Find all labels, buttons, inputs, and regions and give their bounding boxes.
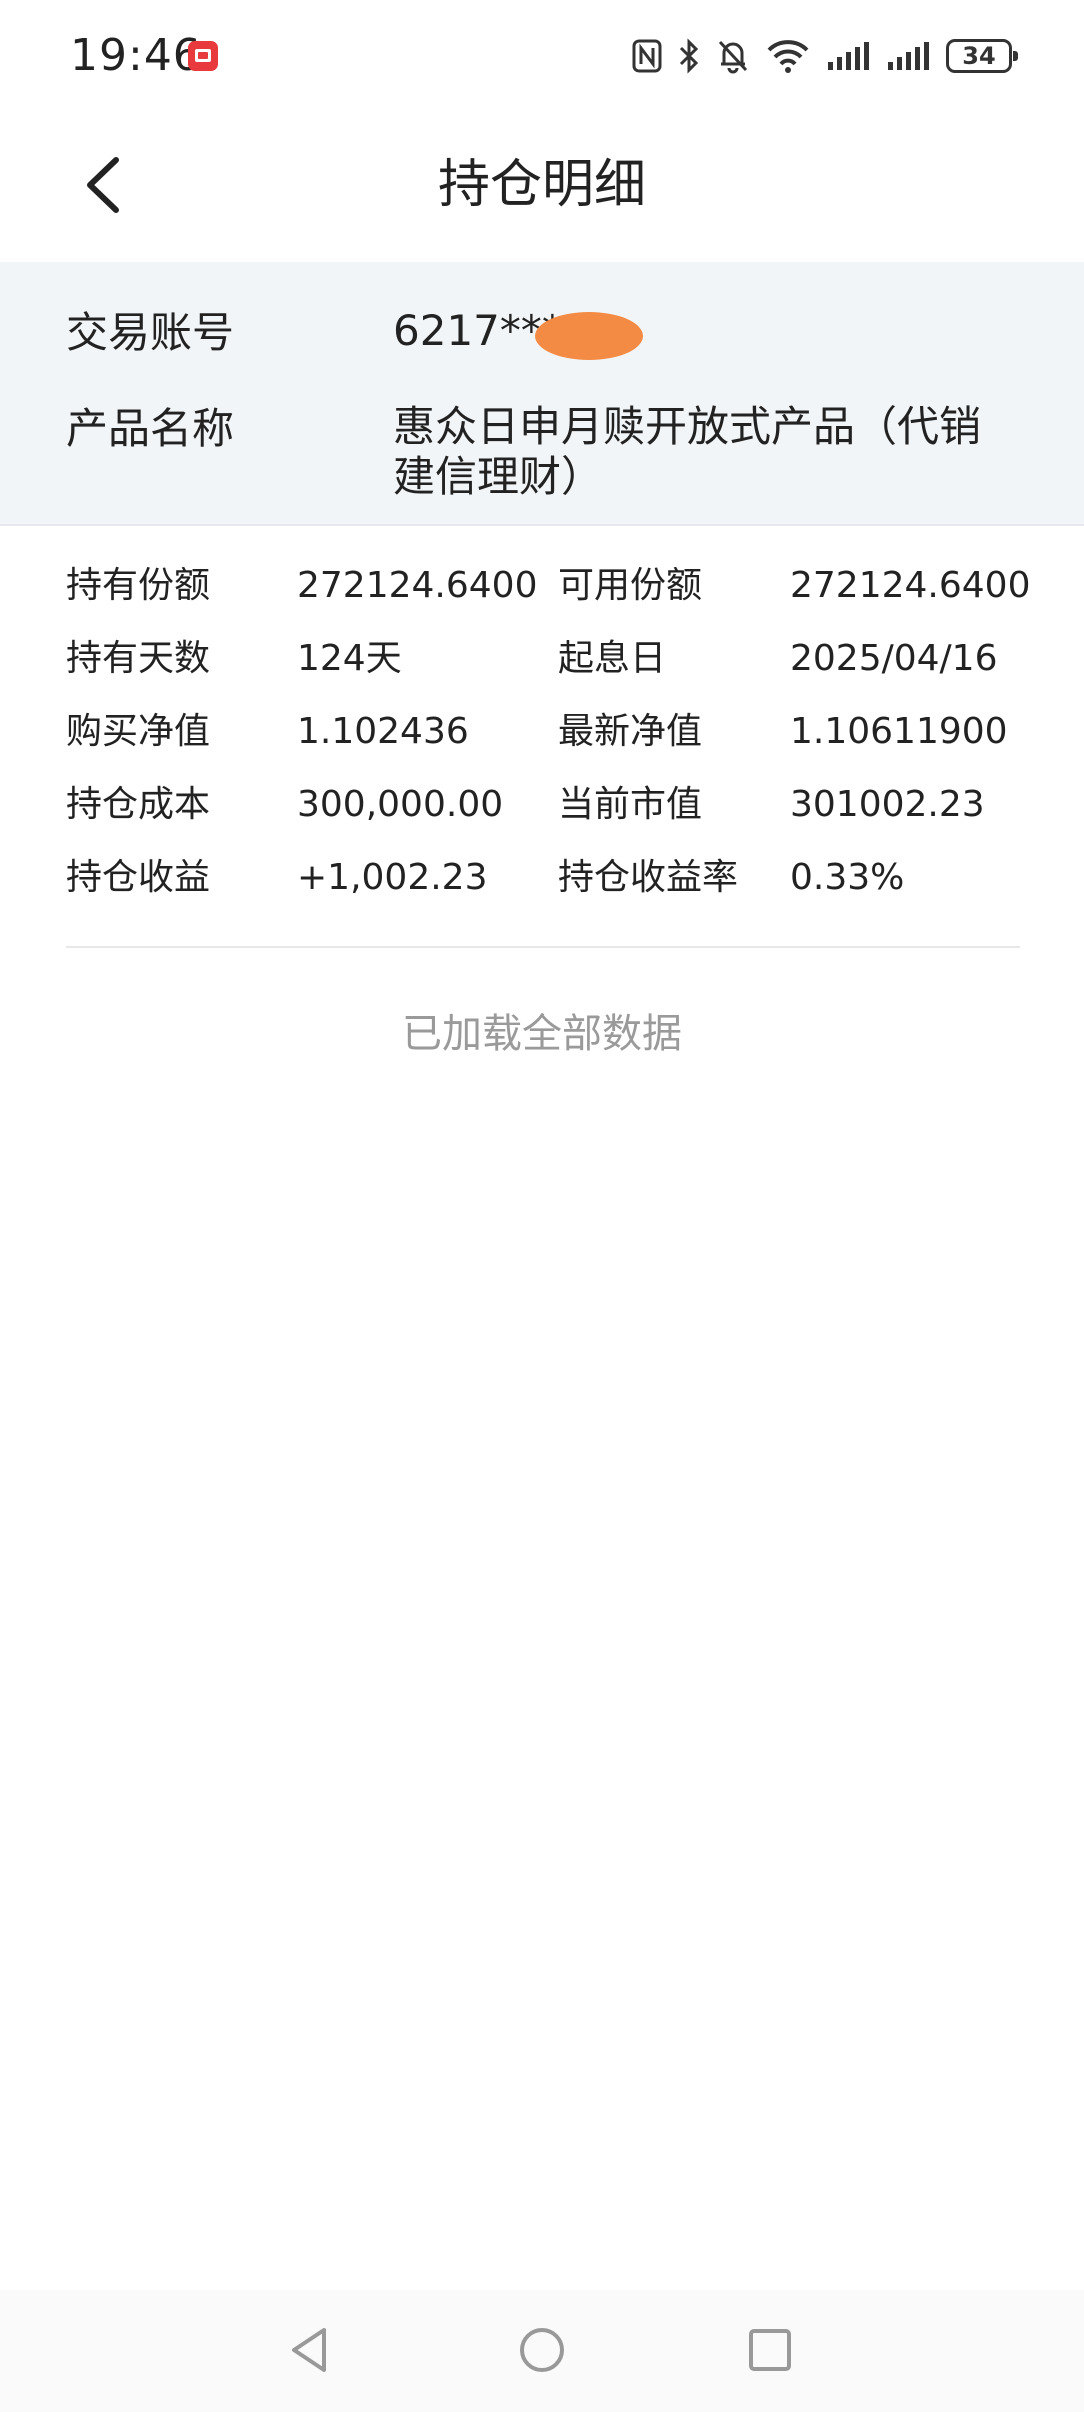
holding-row: 持仓成本 300,000.00 当前市值 301002.23 bbox=[0, 775, 1084, 848]
field-label: 购买净值 bbox=[66, 711, 211, 752]
product-label: 产品名称 bbox=[66, 404, 235, 453]
nav-home-button[interactable] bbox=[512, 2320, 572, 2380]
holding-row: 持仓收益 +1,002.23 持仓收益率 0.33% bbox=[0, 848, 1084, 921]
field-label: 持仓收益 bbox=[66, 857, 211, 898]
status-icons: 34 bbox=[632, 34, 1018, 78]
bell-off-icon bbox=[718, 40, 748, 74]
field-value: 300,000.00 bbox=[297, 784, 504, 825]
status-bar: 19:46 34 bbox=[0, 0, 1084, 110]
field-value: 1.10611900 bbox=[790, 711, 1008, 752]
nfc-icon bbox=[632, 39, 662, 73]
battery-level: 34 bbox=[962, 42, 996, 70]
field-value: 0.33% bbox=[790, 857, 905, 898]
holding-row: 持有天数 124天 起息日 2025/04/16 bbox=[0, 629, 1084, 702]
battery-icon: 34 bbox=[946, 39, 1018, 73]
field-label: 可用份额 bbox=[558, 565, 703, 606]
field-label: 当前市值 bbox=[558, 784, 703, 825]
header: 持仓明细 bbox=[0, 110, 1084, 260]
account-info-panel: 交易账号 6217*** 产品名称 惠众日申月赎开放式产品（代销建信理财） bbox=[0, 262, 1084, 526]
field-value: 1.102436 bbox=[297, 711, 469, 752]
divider bbox=[66, 946, 1020, 948]
redaction-mark bbox=[535, 312, 643, 360]
field-value: 272124.6400 bbox=[297, 565, 538, 606]
field-value: 2025/04/16 bbox=[790, 638, 998, 679]
field-label: 持有天数 bbox=[66, 638, 211, 679]
field-label: 起息日 bbox=[558, 638, 667, 679]
all-data-loaded-text: 已加载全部数据 bbox=[402, 1011, 682, 1057]
field-value: 124天 bbox=[297, 638, 402, 679]
square-recents-icon bbox=[749, 2329, 791, 2371]
field-label: 持有份额 bbox=[66, 565, 211, 606]
triangle-back-icon bbox=[292, 2328, 326, 2372]
status-time: 19:46 bbox=[70, 30, 202, 81]
bluetooth-icon bbox=[679, 38, 699, 74]
field-label: 持仓收益率 bbox=[558, 857, 739, 898]
nav-back-button[interactable] bbox=[280, 2320, 340, 2380]
account-label: 交易账号 bbox=[66, 308, 235, 357]
wifi-icon bbox=[767, 40, 809, 73]
field-label: 持仓成本 bbox=[66, 784, 211, 825]
holding-row: 持有份额 272124.6400 可用份额 272124.6400 bbox=[0, 556, 1084, 629]
page-title: 持仓明细 bbox=[437, 155, 646, 215]
nav-recents-button[interactable] bbox=[740, 2320, 800, 2380]
red-app-icon bbox=[188, 41, 218, 71]
field-value: 301002.23 bbox=[790, 784, 985, 825]
field-value: +1,002.23 bbox=[297, 857, 488, 898]
holding-row: 购买净值 1.102436 最新净值 1.10611900 bbox=[0, 702, 1084, 775]
circle-home-icon bbox=[520, 2328, 564, 2372]
field-value: 272124.6400 bbox=[790, 565, 1031, 606]
system-nav-bar bbox=[0, 2290, 1084, 2412]
signal-icon bbox=[888, 42, 929, 70]
holdings-grid: 持有份额 272124.6400 可用份额 272124.6400 持有天数 1… bbox=[0, 556, 1084, 921]
product-value: 惠众日申月赎开放式产品（代销建信理财） bbox=[393, 402, 982, 501]
field-label: 最新净值 bbox=[558, 711, 703, 752]
signal-icon bbox=[828, 42, 869, 70]
